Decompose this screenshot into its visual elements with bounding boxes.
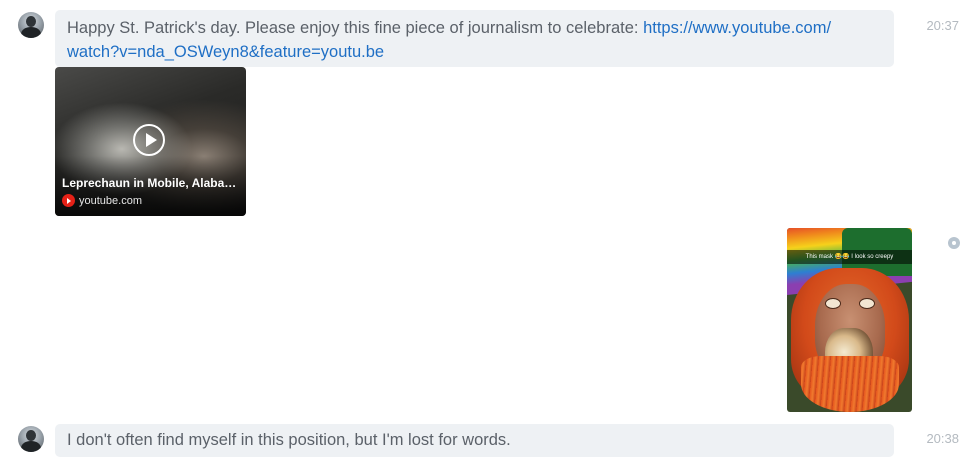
avatar-shoulders [21,27,41,38]
message-text: I don't often find myself in this positi… [67,431,511,449]
avatar-head [26,16,36,27]
avatar-head [26,430,36,441]
message-bubble-1[interactable]: Happy St. Patrick's day. Please enjoy th… [55,10,894,67]
video-title: Leprechaun in Mobile, Alaba… [62,176,237,190]
message-bubble-3[interactable]: I don't often find myself in this positi… [55,424,894,457]
image-beard [801,356,899,412]
chat-thread: Happy St. Patrick's day. Please enjoy th… [0,0,978,469]
image-eye-left [825,298,841,309]
message-text: Happy St. Patrick's day. Please enjoy th… [67,19,644,37]
message-timestamp: 20:38 [926,431,959,446]
youtube-preview-card[interactable]: Leprechaun in Mobile, Alaba… youtube.com [55,67,246,216]
read-receipt-icon [948,237,960,249]
video-source-label: youtube.com [79,194,142,207]
image-caption: This mask 😂😂 I look so creepy [787,250,912,264]
image-eye-right [859,298,875,309]
youtube-icon [62,194,75,207]
link-part-2: watch?v=nda_OSWeyn8&feature=youtu.be [67,43,385,61]
sent-image[interactable]: This mask 😂😂 I look so creepy [787,228,912,412]
play-icon[interactable] [133,124,165,156]
contact-avatar[interactable] [18,426,44,452]
avatar-shoulders [21,441,41,452]
link-part-1: https://www.youtube.com/ [643,19,832,37]
contact-avatar[interactable] [18,12,44,38]
message-timestamp: 20:37 [926,18,959,33]
video-source: youtube.com [62,194,142,207]
